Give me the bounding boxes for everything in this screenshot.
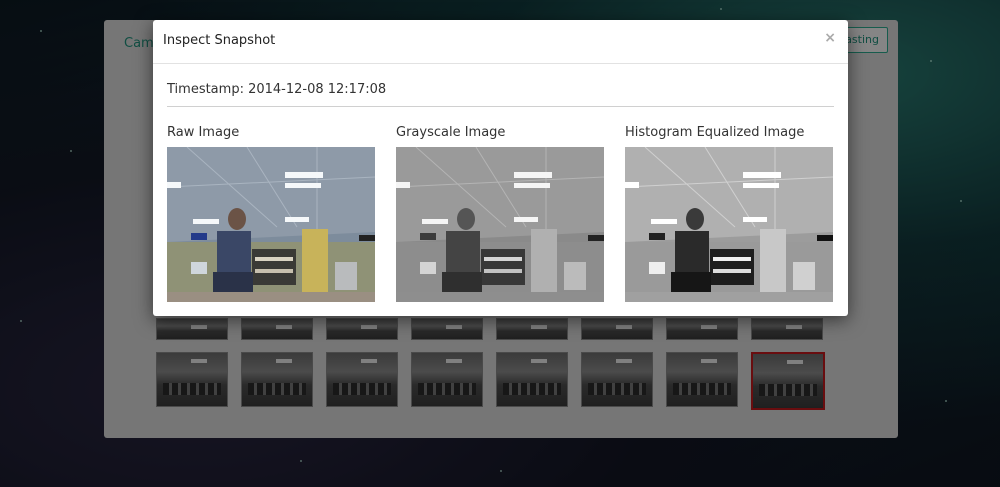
modal-header: Inspect Snapshot × bbox=[153, 20, 848, 64]
raw-image-label: Raw Image bbox=[167, 125, 240, 140]
histogram-equalized-image bbox=[625, 147, 833, 302]
raw-image-column: Raw Image bbox=[167, 125, 375, 302]
modal-title: Inspect Snapshot bbox=[163, 33, 276, 48]
close-icon[interactable]: × bbox=[824, 30, 836, 46]
equalized-image-label: Histogram Equalized Image bbox=[625, 125, 805, 140]
equalized-image-column: Histogram Equalized Image bbox=[625, 125, 833, 302]
grayscale-image-label: Grayscale Image bbox=[396, 125, 506, 140]
grayscale-image-column: Grayscale Image bbox=[396, 125, 604, 302]
timestamp-divider bbox=[167, 106, 834, 107]
snapshot-timestamp: Timestamp: 2014-12-08 12:17:08 bbox=[167, 82, 387, 97]
grayscale-image bbox=[396, 147, 604, 302]
inspect-snapshot-modal: Inspect Snapshot × Timestamp: 2014-12-08… bbox=[153, 20, 848, 316]
raw-image bbox=[167, 147, 375, 302]
